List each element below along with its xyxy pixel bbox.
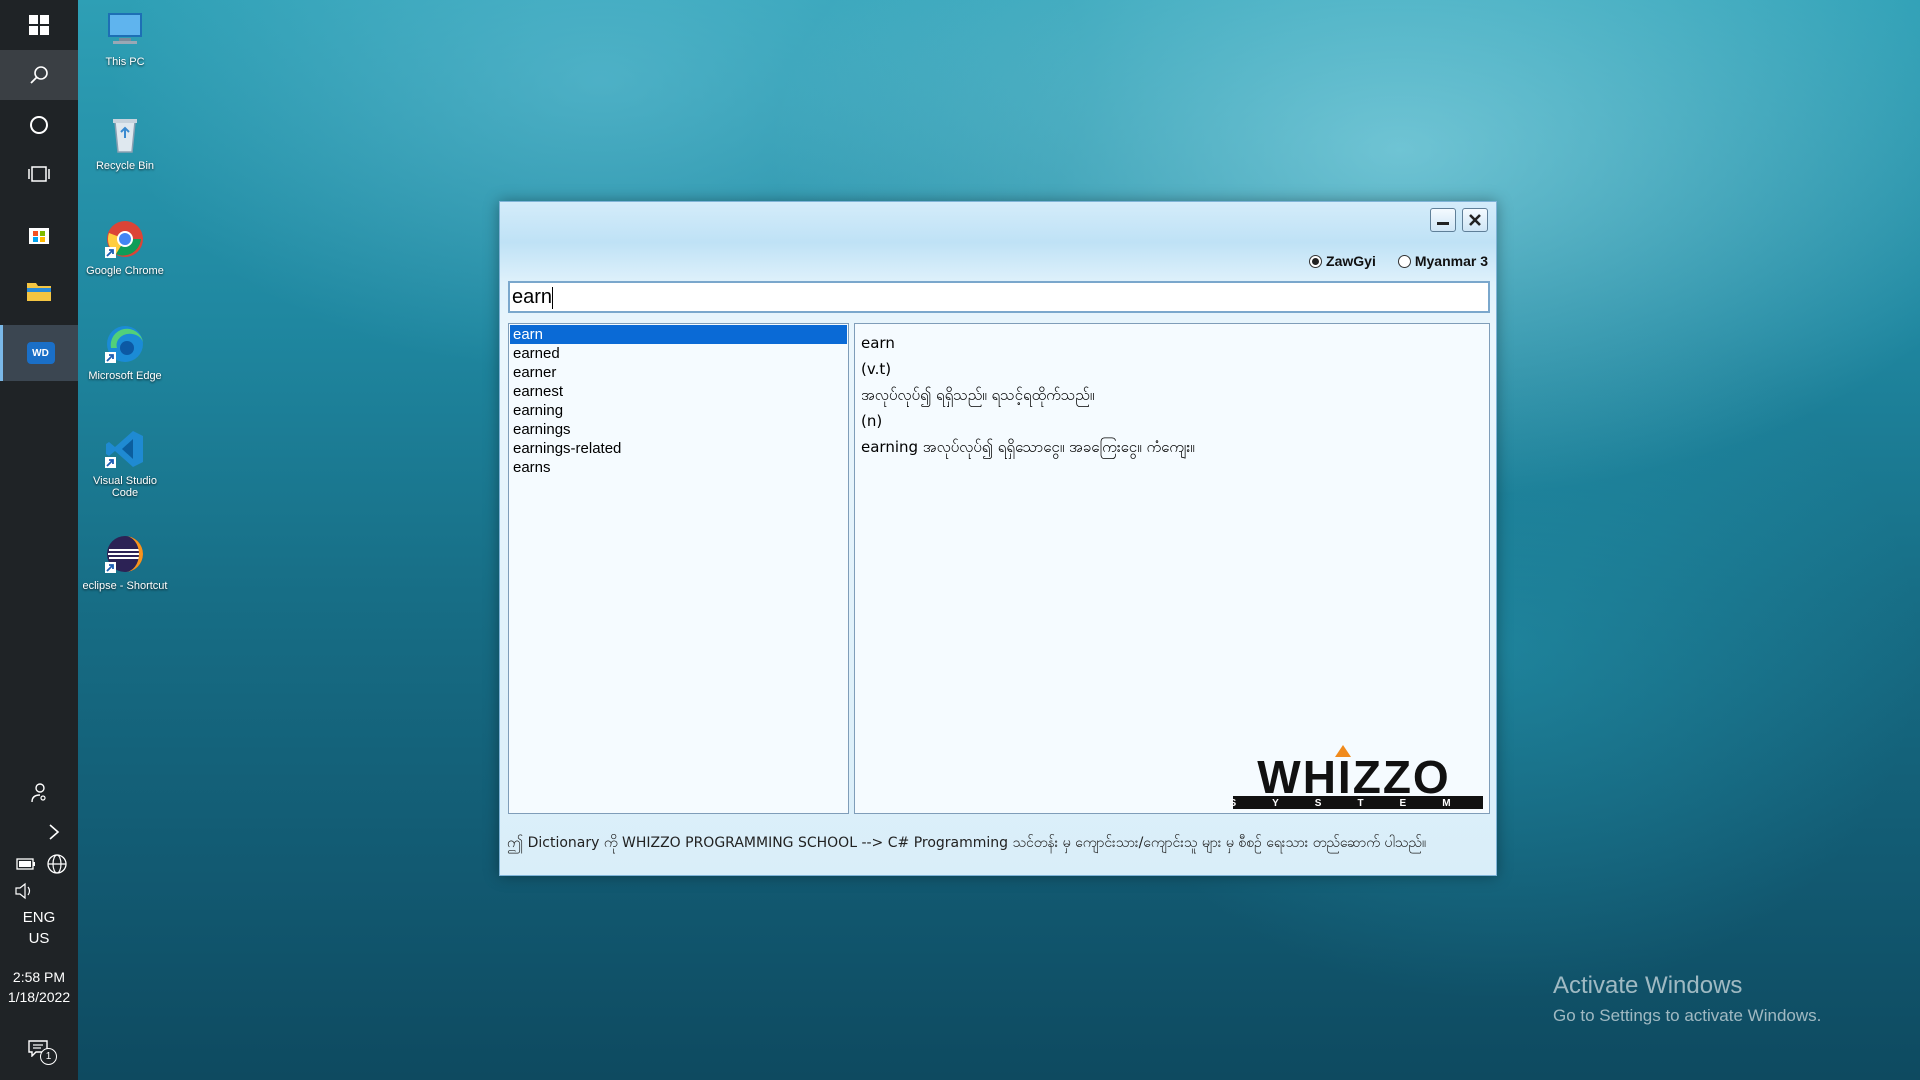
word-search-input[interactable]: earn xyxy=(508,281,1490,313)
desktop-icon-this-pc[interactable]: This PC xyxy=(80,8,170,68)
desktop-icon-edge[interactable]: Microsoft Edge xyxy=(80,322,170,382)
folder-icon xyxy=(27,283,51,301)
task-view-icon xyxy=(28,166,50,182)
watermark-subtitle: Go to Settings to activate Windows. xyxy=(1553,1006,1822,1025)
recycle-bin-icon xyxy=(103,112,147,156)
desktop-icon-vscode[interactable]: Visual Studio Code xyxy=(80,427,170,499)
desktop-icon-recycle-bin[interactable]: Recycle Bin xyxy=(80,112,170,172)
minimize-icon xyxy=(1437,222,1449,225)
dictionary-window: ZawGyi Myanmar 3 earn earn earned earner… xyxy=(499,201,1497,876)
activation-watermark: Activate Windows Go to Settings to activ… xyxy=(1553,972,1821,1026)
whizzo-logo: WHIZZO SYSTEM xyxy=(1221,745,1487,811)
volume-icon xyxy=(15,882,31,900)
definition-meaning: earning အလုပ်လုပ်၍ ရရှိသောငွေ။ အခကြေးငွေ… xyxy=(861,438,1195,456)
taskbar: WD ENG US 2:58 PM 1/18/2022 1 xyxy=(0,0,78,1080)
desktop-icon-label: Microsoft Edge xyxy=(88,370,162,382)
desktop-icon-label: eclipse - Shortcut xyxy=(82,580,168,592)
list-item[interactable]: earning xyxy=(510,401,847,420)
desktop-icon-label: Recycle Bin xyxy=(95,160,155,172)
clock-time: 2:58 PM xyxy=(12,969,66,985)
chrome-icon xyxy=(103,217,147,261)
search-icon xyxy=(30,66,48,84)
system-tray xyxy=(16,853,68,875)
font-encoding-selector: ZawGyi Myanmar 3 xyxy=(1309,253,1488,269)
search-button[interactable] xyxy=(0,50,78,100)
radio-myanmar3[interactable]: Myanmar 3 xyxy=(1397,253,1488,269)
people-icon xyxy=(31,783,46,803)
language-code: ENG xyxy=(22,909,56,926)
definition-meaning: အလုပ်လုပ်၍ ရရှိသည်။ ရသင့်ရထိုက်သည်။ xyxy=(861,386,1095,404)
credits-footer: ဤ Dictionary ကို WHIZZO PROGRAMMING SCHO… xyxy=(507,835,1427,851)
microsoft-store-icon xyxy=(29,228,49,244)
logo-subtitle: SYSTEM xyxy=(1229,798,1486,809)
definition-part-of-speech: (n) xyxy=(861,412,883,430)
definition-part-of-speech: (v.t) xyxy=(861,360,892,378)
definition-headword: earn xyxy=(861,334,895,352)
search-input-value: earn xyxy=(512,286,553,308)
list-item[interactable]: earns xyxy=(510,458,847,477)
this-pc-icon xyxy=(103,8,147,52)
list-item[interactable]: earned xyxy=(510,344,847,363)
cortana-icon xyxy=(30,116,48,134)
taskbar-dictionary-app[interactable]: WD xyxy=(0,325,78,381)
clock-date: 1/18/2022 xyxy=(7,989,71,1005)
list-item[interactable]: earnest xyxy=(510,382,847,401)
desktop-icon-label: Google Chrome xyxy=(86,265,164,277)
radio-myanmar3-indicator[interactable] xyxy=(1397,254,1411,268)
task-view-button[interactable] xyxy=(0,149,78,199)
radio-myanmar3-label: Myanmar 3 xyxy=(1414,253,1488,269)
text-caret xyxy=(552,286,554,309)
language-indicator[interactable]: ENG US xyxy=(0,909,78,947)
radio-zawgyi-label: ZawGyi xyxy=(1326,253,1376,269)
logo-wordmark: WHIZZO xyxy=(1257,751,1450,803)
language-region: US xyxy=(28,930,50,947)
windows-logo-icon xyxy=(29,15,49,35)
volume-button[interactable] xyxy=(14,882,36,905)
desktop-icon-label: This PC xyxy=(105,56,145,68)
desktop-icon-label: Visual Studio Code xyxy=(92,475,157,499)
edge-icon xyxy=(103,322,147,366)
dictionary-app-icon: WD xyxy=(26,342,55,364)
taskbar-store[interactable] xyxy=(0,209,78,259)
close-icon xyxy=(1469,214,1481,226)
show-hidden-icons-button[interactable] xyxy=(0,808,78,856)
minimize-button[interactable] xyxy=(1430,208,1456,232)
word-list[interactable]: earn earned earner earnest earning earni… xyxy=(508,323,849,814)
desktop-icon-chrome[interactable]: Google Chrome xyxy=(80,217,170,277)
network-globe-icon[interactable] xyxy=(46,853,68,875)
action-center-button[interactable]: 1 xyxy=(0,1025,78,1075)
taskbar-file-explorer[interactable] xyxy=(0,266,78,316)
notification-count-badge: 1 xyxy=(40,1048,57,1065)
vscode-icon xyxy=(103,427,147,471)
radio-zawgyi-indicator[interactable] xyxy=(1309,254,1323,268)
close-button[interactable] xyxy=(1462,208,1488,232)
list-item[interactable]: earner xyxy=(510,363,847,382)
cortana-button[interactable] xyxy=(0,100,78,150)
list-item[interactable]: earnings-related xyxy=(510,439,847,458)
eclipse-icon xyxy=(103,532,147,576)
start-button[interactable] xyxy=(0,0,78,50)
radio-zawgyi[interactable]: ZawGyi xyxy=(1309,253,1376,269)
notification-icon: 1 xyxy=(27,1039,57,1065)
list-item[interactable]: earnings xyxy=(510,420,847,439)
definition-panel[interactable]: earn (v.t) အလုပ်လုပ်၍ ရရှိသည်။ ရသင့်ရထို… xyxy=(854,323,1490,814)
list-item[interactable]: earn xyxy=(510,325,847,344)
chevron-right-icon xyxy=(49,824,60,840)
watermark-title: Activate Windows xyxy=(1553,972,1743,999)
battery-icon[interactable] xyxy=(16,858,36,870)
desktop-icon-eclipse[interactable]: eclipse - Shortcut xyxy=(80,532,170,592)
clock[interactable]: 2:58 PM 1/18/2022 xyxy=(0,969,78,1005)
